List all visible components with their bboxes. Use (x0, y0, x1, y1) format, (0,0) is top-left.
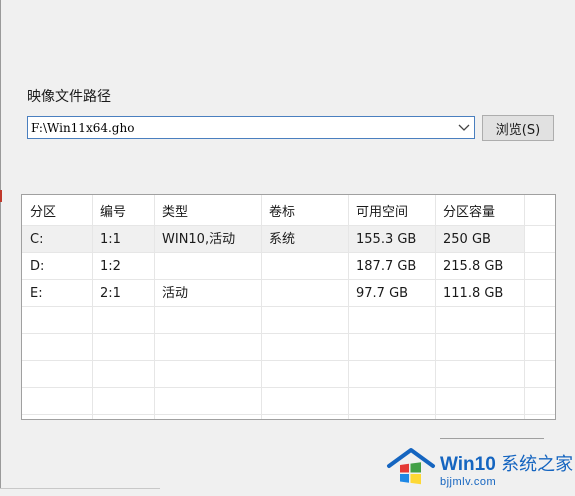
table-cell[interactable]: 系统 (261, 226, 348, 253)
table-cell[interactable] (261, 253, 348, 280)
table-cell[interactable]: 活动 (154, 280, 261, 307)
column-header[interactable]: 分区容量 (435, 199, 524, 226)
partition-table: 分区 编号 类型 卷标 可用空间 分区容量 C: 1:1 WIN10,活动 系统 155.3 GB 2… (21, 194, 556, 420)
bottom-bar-divider (0, 488, 160, 489)
table-cell[interactable]: D: (22, 253, 92, 280)
table-cell[interactable]: 1:2 (92, 253, 154, 280)
table-cell[interactable] (261, 280, 348, 307)
watermark-url: bjjmlv.com (440, 476, 497, 488)
chevron-down-icon[interactable] (454, 117, 474, 138)
table-cell[interactable] (154, 253, 261, 280)
table-cell[interactable]: E: (22, 280, 92, 307)
table-cell[interactable]: 97.7 GB (348, 280, 435, 307)
image-path-input[interactable] (31, 118, 451, 137)
table-cell[interactable]: 155.3 GB (348, 226, 435, 253)
image-path-combobox[interactable] (27, 116, 475, 139)
table-cell[interactable]: 187.7 GB (348, 253, 435, 280)
table-cell[interactable]: WIN10,活动 (154, 226, 261, 253)
table-cell[interactable]: 215.8 GB (435, 253, 524, 280)
table-column-line (524, 195, 525, 419)
table-row-line (22, 360, 555, 361)
window-left-edge (0, 0, 1, 496)
table-row-line (22, 414, 555, 415)
column-header[interactable]: 可用空间 (348, 199, 435, 226)
table-cell[interactable]: C: (22, 226, 92, 253)
table-row-line (22, 333, 555, 334)
browse-button[interactable]: 浏览(S) (482, 115, 554, 141)
column-header[interactable]: 分区 (22, 199, 92, 226)
column-header[interactable]: 卷标 (261, 199, 348, 226)
left-edge-marker (0, 190, 2, 202)
image-path-label: 映像文件路径 (27, 89, 111, 105)
column-header[interactable]: 编号 (92, 199, 154, 226)
column-header[interactable]: 类型 (154, 199, 261, 226)
table-row-line (22, 387, 555, 388)
watermark: Win10 系统之家 bjjmlv.com (372, 436, 575, 496)
table-cell[interactable]: 2:1 (92, 280, 154, 307)
table-cell[interactable]: 111.8 GB (435, 280, 524, 307)
table-cell[interactable]: 250 GB (435, 226, 524, 253)
win10-house-logo-icon (387, 448, 435, 485)
table-cell[interactable]: 1:1 (92, 226, 154, 253)
watermark-title: Win10 系统之家 (440, 454, 574, 475)
